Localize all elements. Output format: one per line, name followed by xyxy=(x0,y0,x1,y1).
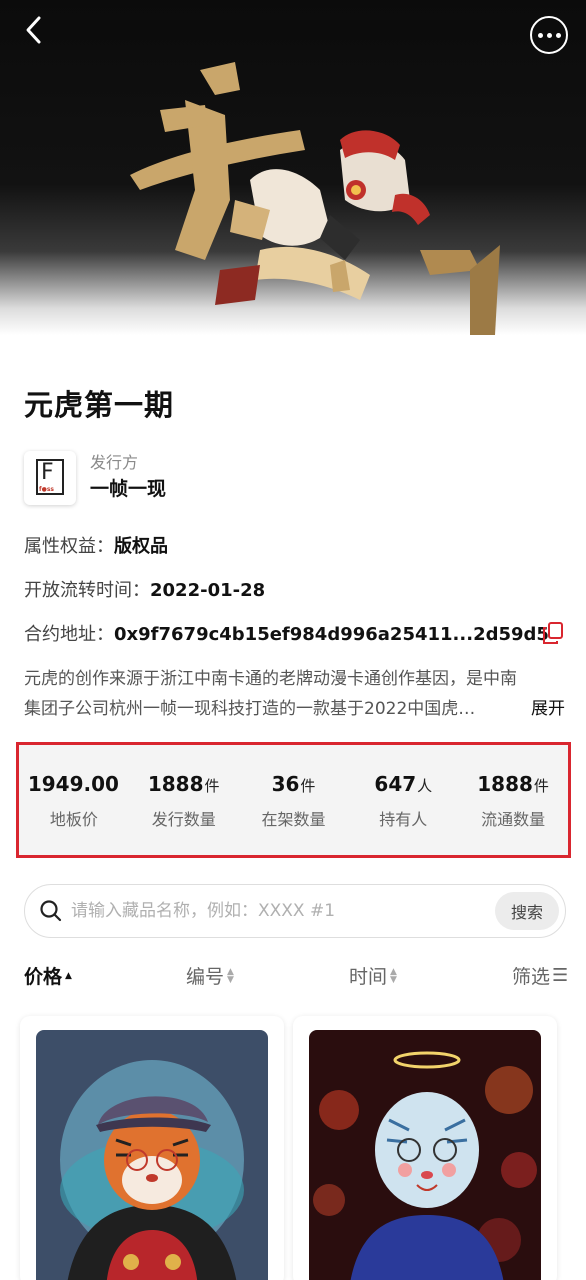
search-button[interactable]: 搜索 xyxy=(495,892,559,930)
nft-tiger-image xyxy=(36,1030,268,1280)
stat-holders: 647人 持有人 xyxy=(348,770,458,830)
sort-price[interactable]: 价格 ▲ xyxy=(24,962,72,989)
sort-toggle-icon: ▲ ▼ xyxy=(390,966,397,985)
issuer-info[interactable]: F f●ss 发行方 一帧一现 xyxy=(24,448,166,508)
sort-price-label: 价格 xyxy=(24,966,63,988)
nft-card[interactable] xyxy=(20,1016,284,1280)
sort-time-label: 时间 xyxy=(349,966,388,988)
hero-banner xyxy=(0,0,586,335)
circulation-time-row: 开放流转时间：2022-01-28 xyxy=(24,576,265,602)
nft-card[interactable] xyxy=(293,1016,557,1280)
attribute-value: 版权品 xyxy=(114,536,168,557)
copy-icon[interactable] xyxy=(540,620,566,646)
stat-value: 36 xyxy=(271,772,300,796)
back-button[interactable] xyxy=(16,12,52,48)
collection-description: 元虎的创作来源于浙江中南卡通的老牌动漫卡通创作基因，是中南 集团子公司杭州一帧一… xyxy=(24,664,569,724)
sort-toggle-icon: ▲ ▼ xyxy=(227,966,234,985)
contract-address-label: 合约地址： xyxy=(24,624,114,645)
description-line-1: 元虎的创作来源于浙江中南卡通的老牌动漫卡通创作基因，是中南 xyxy=(24,669,517,689)
issuer-logo-letter: F xyxy=(41,460,54,485)
filter-label: 筛选 xyxy=(512,966,551,988)
stat-value: 1888 xyxy=(477,772,533,796)
stat-listed-count: 36件 在架数量 xyxy=(239,770,349,830)
circulation-time-label: 开放流转时间： xyxy=(24,580,150,601)
stat-unit: 件 xyxy=(300,777,316,795)
chevron-left-icon xyxy=(26,16,41,44)
stat-value: 1888 xyxy=(147,772,204,796)
contract-address-row: 合约地址：0x9f7679c4b15ef984d996a25411...2d59… xyxy=(24,620,549,646)
description-line-2: 集团子公司杭州一帧一现科技打造的一款基于2022中国虎… xyxy=(24,699,476,719)
issuer-logo: F f●ss xyxy=(24,451,76,505)
sort-number[interactable]: 编号 ▲ ▼ xyxy=(186,962,234,989)
more-horizontal-icon xyxy=(537,32,543,38)
stat-label: 发行数量 xyxy=(151,810,216,829)
attribute-row: 属性权益：版权品 xyxy=(24,532,168,558)
stat-unit: 件 xyxy=(533,777,549,795)
expand-button[interactable]: 展开 xyxy=(527,694,565,724)
stat-label: 流通数量 xyxy=(481,810,546,829)
contract-address-value: 0x9f7679c4b15ef984d996a25411...2d59d5 xyxy=(114,624,549,645)
stat-unit: 人 xyxy=(417,777,433,795)
issuer-name: 一帧一现 xyxy=(90,478,167,500)
nft-tiger-image xyxy=(309,1030,541,1280)
filter-button[interactable]: 筛选 ☰ xyxy=(512,962,568,989)
collection-title: 元虎第一期 xyxy=(24,388,175,422)
issuer-label: 发行方 xyxy=(90,453,139,472)
attribute-label: 属性权益： xyxy=(24,536,114,557)
stat-label: 地板价 xyxy=(49,810,98,829)
search-bar: 搜索 xyxy=(24,884,566,938)
more-button[interactable] xyxy=(530,16,568,54)
filter-icon: ☰ xyxy=(552,965,569,986)
stat-label: 在架数量 xyxy=(261,810,326,829)
stat-value: 1949.00 xyxy=(27,772,119,796)
stats-panel: 1949.00 地板价 1888件 发行数量 36件 在架数量 647人 持有人… xyxy=(16,742,571,858)
circulation-time-value: 2022-01-28 xyxy=(150,580,266,601)
stat-floor-price: 1949.00 地板价 xyxy=(19,770,129,830)
search-input[interactable] xyxy=(71,901,481,921)
sort-time[interactable]: 时间 ▲ ▼ xyxy=(349,962,397,989)
stat-value: 647 xyxy=(374,772,417,796)
stat-label: 持有人 xyxy=(379,810,428,829)
stat-issued-count: 1888件 发行数量 xyxy=(129,770,239,830)
sort-number-label: 编号 xyxy=(186,966,225,988)
sort-bar: 价格 ▲ 编号 ▲ ▼ 时间 ▲ ▼ 筛选 ☰ xyxy=(0,958,586,998)
stat-circulating-count: 1888件 流通数量 xyxy=(458,770,568,830)
sort-asc-icon: ▲ xyxy=(65,970,72,981)
collection-cover-art xyxy=(130,62,500,335)
search-icon xyxy=(40,900,62,922)
stat-unit: 件 xyxy=(204,777,220,795)
